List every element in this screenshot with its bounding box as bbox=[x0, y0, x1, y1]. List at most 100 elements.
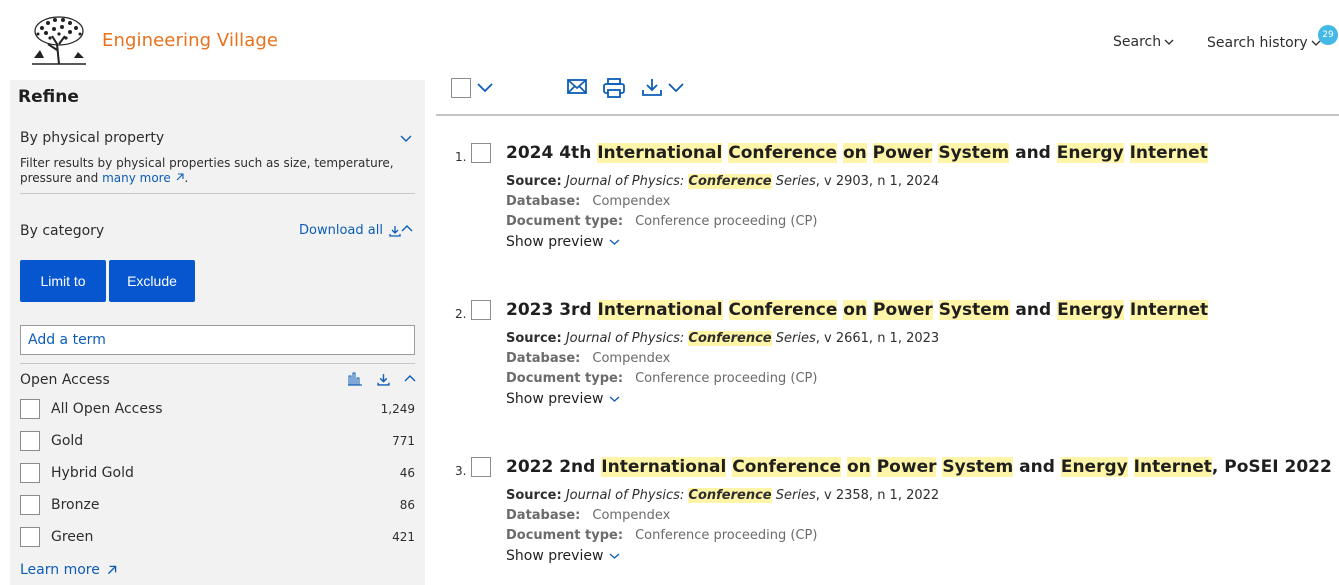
result-checkbox[interactable] bbox=[471, 457, 491, 477]
title-text: and bbox=[1009, 143, 1057, 163]
source-journal-prefix: Journal of Physics: bbox=[565, 174, 689, 189]
source-journal-highlight: Conference bbox=[688, 488, 772, 503]
chevron-down-icon bbox=[609, 553, 620, 559]
title-highlight-term: Conference bbox=[728, 143, 838, 163]
many-more-label: many more bbox=[102, 171, 171, 185]
facet-label: All Open Access bbox=[51, 401, 163, 417]
result-doctype: Document type: Conference proceeding (CP) bbox=[506, 528, 817, 543]
result-source: Source: Journal of Physics: Conference S… bbox=[506, 174, 939, 189]
download-all-label: Download all bbox=[299, 223, 383, 238]
title-highlight-term: System bbox=[938, 300, 1010, 320]
show-preview-toggle[interactable]: Show preview bbox=[506, 234, 620, 250]
doctype-label: Document type: bbox=[506, 371, 624, 386]
database-label: Database: bbox=[506, 351, 581, 366]
chevron-down-icon[interactable] bbox=[667, 82, 685, 94]
title-highlight-term: Internet bbox=[1133, 457, 1212, 477]
category-title[interactable]: By category bbox=[20, 223, 104, 239]
doctype-value: Conference proceeding (CP) bbox=[635, 528, 818, 543]
result-doctype: Document type: Conference proceeding (CP) bbox=[506, 214, 817, 229]
doctype-value: Conference proceeding (CP) bbox=[635, 214, 818, 229]
result-database: Database: Compendex bbox=[506, 508, 670, 523]
result-item: 1. 2024 4th International Conference on … bbox=[455, 143, 1335, 263]
facet-count: 421 bbox=[392, 530, 415, 544]
title-text bbox=[1124, 143, 1130, 163]
source-journal-prefix: Journal of Physics: bbox=[565, 331, 689, 346]
title-text bbox=[723, 300, 729, 320]
email-icon[interactable] bbox=[566, 77, 588, 97]
facet-count: 46 bbox=[399, 466, 415, 480]
facet-option[interactable]: All Open Access 1,249 bbox=[20, 398, 415, 420]
show-preview-label: Show preview bbox=[506, 234, 604, 250]
doctype-label: Document type: bbox=[506, 528, 624, 543]
source-journal-suffix: Series bbox=[771, 331, 816, 346]
select-all-checkbox[interactable] bbox=[451, 78, 471, 98]
facet-checkbox[interactable] bbox=[20, 463, 40, 483]
title-text: 2022 2nd bbox=[506, 457, 602, 477]
title-highlight-term: Power bbox=[872, 143, 933, 163]
title-highlight-term: System bbox=[942, 457, 1014, 477]
physical-property-title[interactable]: By physical property bbox=[20, 130, 164, 146]
title-highlight-term: International bbox=[597, 300, 723, 320]
source-journal-highlight: Conference bbox=[688, 331, 772, 346]
result-item: 2. 2023 3rd International Conference on … bbox=[455, 300, 1335, 420]
title-text bbox=[871, 457, 877, 477]
toolbar-divider bbox=[436, 114, 1339, 116]
title-highlight-term: Power bbox=[876, 457, 937, 477]
add-term-input[interactable] bbox=[20, 325, 415, 355]
many-more-link[interactable]: many more bbox=[102, 171, 184, 185]
show-preview-toggle[interactable]: Show preview bbox=[506, 548, 620, 564]
download-all-link[interactable]: Download all bbox=[299, 223, 401, 238]
facet-label: Hybrid Gold bbox=[51, 465, 134, 481]
chevron-up-icon[interactable] bbox=[401, 223, 413, 235]
title-highlight-term: Conference bbox=[728, 300, 838, 320]
chevron-up-icon[interactable] bbox=[404, 373, 416, 385]
learn-more-label: Learn more bbox=[20, 562, 100, 578]
source-label: Source: bbox=[506, 488, 562, 503]
external-link-icon bbox=[107, 565, 117, 575]
bar-chart-icon[interactable] bbox=[347, 372, 363, 386]
title-highlight-term: on bbox=[847, 457, 871, 477]
nav-search-menu[interactable]: Search bbox=[1113, 34, 1174, 50]
source-journal-prefix: Journal of Physics: bbox=[565, 488, 689, 503]
result-number: 2. bbox=[455, 307, 467, 321]
facet-checkbox[interactable] bbox=[20, 495, 40, 515]
facet-option[interactable]: Gold 771 bbox=[20, 430, 415, 452]
nav-search-label: Search bbox=[1113, 34, 1162, 50]
exclude-button[interactable]: Exclude bbox=[109, 260, 195, 302]
facet-option[interactable]: Hybrid Gold 46 bbox=[20, 462, 415, 484]
title-highlight-term: Energy bbox=[1057, 300, 1124, 320]
show-preview-toggle[interactable]: Show preview bbox=[506, 391, 620, 407]
physical-desc-text: Filter results by physical properties su… bbox=[20, 156, 394, 185]
result-number: 3. bbox=[455, 464, 467, 478]
facet-checkbox[interactable] bbox=[20, 527, 40, 547]
result-checkbox[interactable] bbox=[471, 300, 491, 320]
download-icon[interactable] bbox=[641, 77, 663, 97]
learn-more-link[interactable]: Learn more bbox=[20, 562, 118, 578]
title-text: 2023 3rd bbox=[506, 300, 598, 320]
print-icon[interactable] bbox=[602, 77, 626, 99]
divider bbox=[20, 363, 415, 364]
facet-option[interactable]: Bronze 86 bbox=[20, 494, 415, 516]
result-title[interactable]: 2022 2nd International Conference on Pow… bbox=[506, 457, 1332, 477]
limit-to-button[interactable]: Limit to bbox=[20, 260, 106, 302]
nav-search-history-menu[interactable]: Search history bbox=[1207, 35, 1321, 51]
result-checkbox[interactable] bbox=[471, 143, 491, 163]
title-highlight-term: System bbox=[938, 143, 1010, 163]
chevron-down-icon[interactable] bbox=[476, 82, 494, 94]
facet-checkbox[interactable] bbox=[20, 431, 40, 451]
chevron-down-icon bbox=[1164, 39, 1174, 45]
source-label: Source: bbox=[506, 331, 562, 346]
nav-history-label: Search history bbox=[1207, 35, 1308, 51]
chevron-down-icon[interactable] bbox=[400, 132, 412, 144]
open-access-actions bbox=[347, 372, 416, 386]
result-title[interactable]: 2024 4th International Conference on Pow… bbox=[506, 143, 1208, 163]
open-access-title[interactable]: Open Access bbox=[20, 372, 110, 388]
result-title[interactable]: 2023 3rd International Conference on Pow… bbox=[506, 300, 1209, 320]
download-icon[interactable] bbox=[377, 373, 390, 386]
brand-name[interactable]: Engineering Village bbox=[102, 30, 278, 51]
elsevier-logo[interactable] bbox=[30, 14, 88, 66]
facet-option[interactable]: Green 421 bbox=[20, 526, 415, 548]
facet-checkbox[interactable] bbox=[20, 399, 40, 419]
title-highlight-term: on bbox=[843, 300, 868, 320]
source-label: Source: bbox=[506, 174, 562, 189]
